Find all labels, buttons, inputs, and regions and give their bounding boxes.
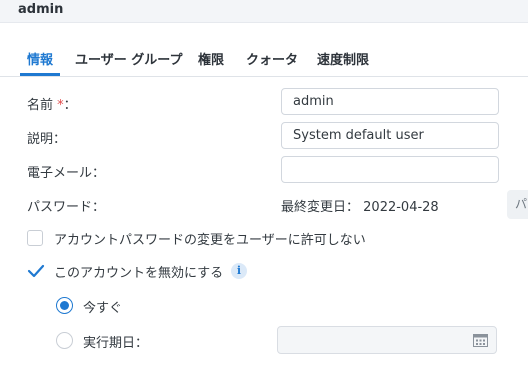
disable-on-date-label[interactable]: 実行期日： [83,332,148,351]
disable-now-label[interactable]: 今すぐ [83,297,122,316]
expiration-date-input[interactable] [277,326,497,354]
disallow-password-change-label[interactable]: アカウントパスワードの変更をユーザーに許可しない [54,229,366,248]
tab-permissions[interactable]: 権限 [198,49,224,68]
disallow-password-change-checkbox[interactable] [27,230,43,246]
tab-user-groups[interactable]: ユーザー グループ [75,49,183,68]
name-label-text: 名前 [27,98,54,113]
info-icon[interactable]: i [231,263,247,279]
description-label: 説明： [27,132,67,147]
password-last-changed: 最終変更日： 2022-04-28 [281,196,439,215]
tab-quota[interactable]: クォータ [246,49,298,68]
tab-info[interactable]: 情報 [27,49,53,68]
active-tab-indicator [20,73,60,76]
window-title: admin [18,2,64,17]
last-changed-value: 2022-04-28 [363,200,439,215]
name-input[interactable]: admin [281,88,499,115]
last-changed-label: 最終変更日： [281,200,360,215]
change-password-button[interactable]: パ [507,190,528,219]
disable-now-radio[interactable] [56,297,73,314]
name-label: 名前 *： [27,94,77,113]
window-titlebar: admin [0,0,528,23]
disable-account-label[interactable]: このアカウントを無効にする [54,262,223,281]
email-label: 電子メール： [27,166,106,181]
tab-bar: 情報 ユーザー グループ 権限 クォータ 速度制限 [0,42,528,77]
name-label-colon: ： [63,98,77,113]
calendar-icon[interactable] [473,333,488,347]
description-input[interactable]: System default user [281,122,499,149]
password-label: パスワード： [27,200,106,215]
disable-on-date-radio[interactable] [56,332,73,349]
tab-speed-limit[interactable]: 速度制限 [317,49,369,68]
disable-account-checkbox[interactable] [27,263,45,279]
checkmark-icon [27,264,45,278]
email-input[interactable] [281,156,499,183]
